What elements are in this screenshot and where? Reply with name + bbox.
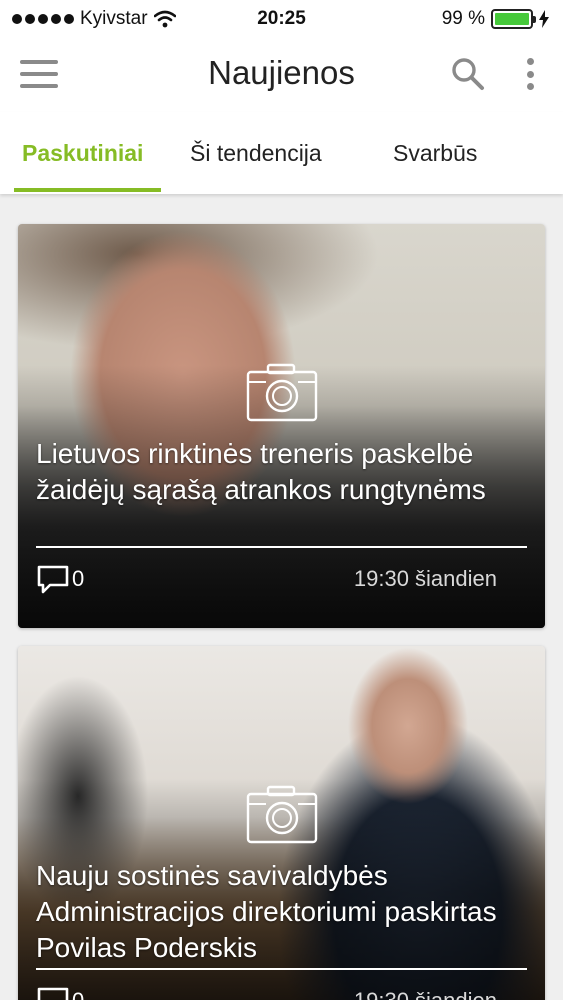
tab-svarbus[interactable]: Svarbūs: [393, 140, 477, 167]
divider: [36, 546, 527, 548]
camera-gallery-icon: [246, 785, 318, 844]
search-icon[interactable]: [450, 56, 486, 92]
status-bar: Kyivstar 20:25 99 %: [0, 0, 563, 38]
more-vertical-icon[interactable]: [522, 56, 538, 92]
carrier-area: Kyivstar: [12, 8, 176, 30]
article-meta: 0 19:30 šiandien: [36, 564, 497, 594]
article-meta: 0 19:30 šiandien: [36, 986, 497, 1000]
comment-icon: [37, 987, 69, 1000]
charging-bolt-icon: [539, 10, 549, 28]
battery-icon: [491, 9, 536, 29]
comments-number: 0: [72, 988, 84, 1000]
article-card[interactable]: Nauju sostinės savivaldybės Administraci…: [18, 646, 545, 1000]
comments-number: 0: [72, 566, 85, 591]
camera-gallery-icon: [246, 363, 318, 422]
battery-area: 99 %: [442, 8, 549, 30]
clock: 20:25: [257, 8, 306, 29]
app-toolbar: Naujienos: [0, 38, 563, 112]
tab-paskutiniai[interactable]: Paskutiniai: [22, 140, 143, 167]
article-headline: Nauju sostinės savivaldybės Administraci…: [36, 860, 497, 963]
article-time: 19:30 šiandien: [354, 988, 497, 1000]
comments-count[interactable]: 0: [36, 564, 84, 594]
carrier-name: Kyivstar: [80, 8, 148, 29]
comments-count[interactable]: 0: [36, 986, 84, 1000]
divider: [36, 968, 527, 970]
wifi-icon: [153, 10, 176, 28]
tab-bar: Paskutiniai Ši tendencija Svarbūs: [0, 112, 563, 194]
active-tab-indicator: [14, 188, 161, 192]
battery-percent: 99 %: [441, 8, 485, 29]
article-card[interactable]: Lietuvos rinktinės treneris paskelbė žai…: [18, 224, 545, 628]
tab-si-tendencija[interactable]: Ši tendencija: [190, 140, 322, 167]
article-headline: Lietuvos rinktinės treneris paskelbė žai…: [36, 438, 486, 505]
article-time: 19:30 šiandien: [353, 566, 497, 591]
comment-icon: [37, 565, 69, 594]
signal-strength-icon: [12, 14, 74, 24]
